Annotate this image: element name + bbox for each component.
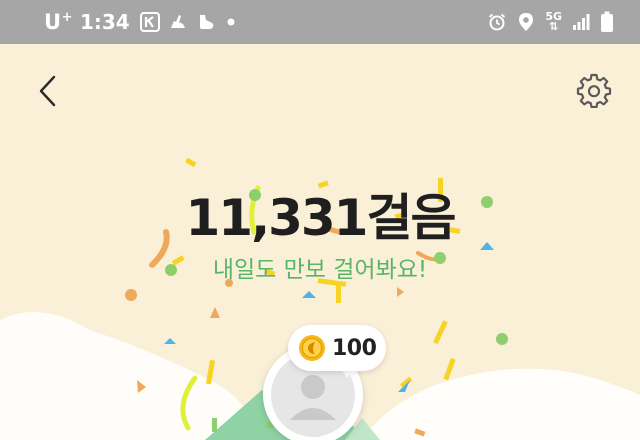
step-count-title: 11,331걸음 [0,178,640,250]
carrier-name: U [44,10,61,34]
signal-strength-icon [572,13,590,31]
coin-icon [299,335,325,361]
notification-dot-icon [224,15,238,29]
network-type-label: 5G ⇅ [545,11,562,33]
back-button[interactable] [30,70,64,112]
settings-button[interactable] [572,68,616,112]
encouragement-subtitle: 내일도 만보 걸어봐요! [212,257,428,283]
location-pin-icon [517,12,535,32]
confetti-triangle [164,338,176,344]
screen: U+ 1:34 5G ⇅ 11,331걸음 내일도 만보 걸어봐요! 100 [0,0,640,440]
confetti-piece [443,357,456,381]
confetti-dot [496,333,508,345]
confetti-piece [205,359,216,385]
confetti-triangle [302,291,316,298]
alarm-icon [487,12,507,32]
chevron-left-icon [39,75,56,107]
confetti-piece [414,428,426,437]
confetti-piece [336,285,341,303]
status-bar-left: U+ 1:34 [44,0,238,44]
gear-icon [576,73,612,108]
confetti-piece [433,320,448,345]
status-bar-right: 5G ⇅ [487,0,614,44]
confetti-piece [185,157,197,168]
confetti-streamer [180,375,198,431]
confetti-triangle [397,287,404,297]
status-time: 1:34 [79,10,130,34]
confetti-triangle [210,307,220,318]
step-count-unit: 걸음 [366,189,456,247]
data-arrows-icon: ⇅ [549,20,559,33]
confetti-piece [212,418,217,432]
confetti-dot [125,289,137,301]
sneaker-icon [196,12,216,32]
reward-bubble: 100 [288,325,386,371]
reward-amount: 100 [332,335,377,361]
step-count-value: 11,331 [185,189,369,247]
k-app-icon [139,12,160,32]
carrier-label: U+ [44,10,72,34]
status-bar: U+ 1:34 5G ⇅ [0,0,640,44]
carrier-plus: + [61,10,73,25]
confetti-triangle [137,380,146,393]
running-shoe-icon [168,12,188,32]
battery-icon [600,11,614,33]
